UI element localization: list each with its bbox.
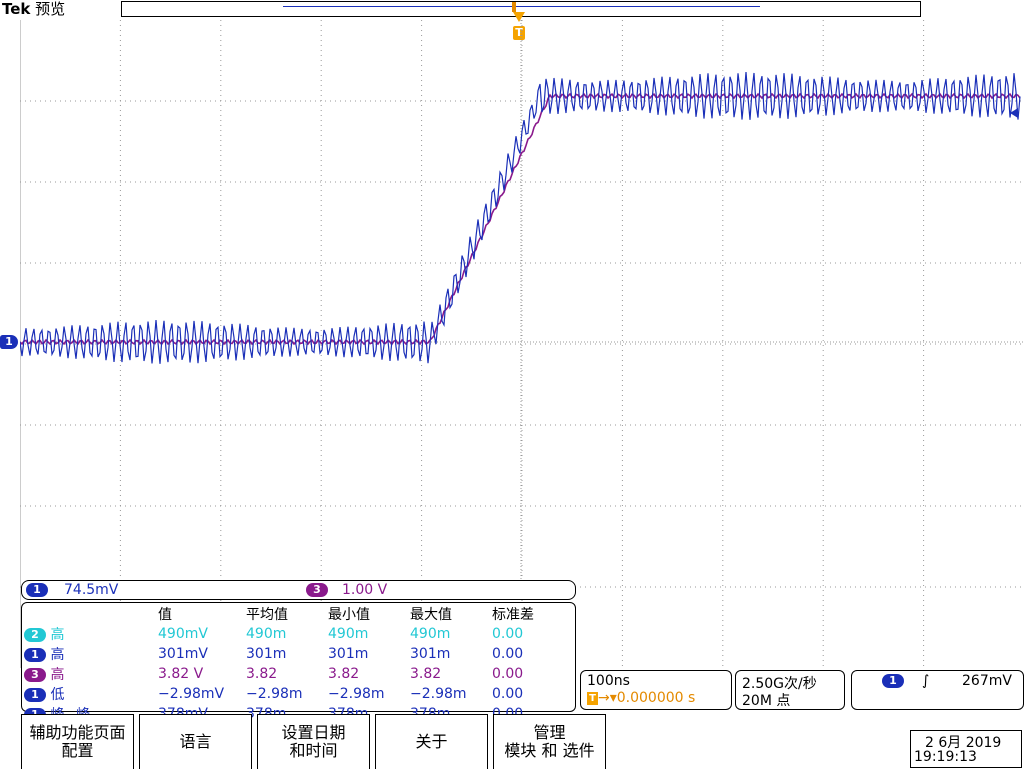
acquisition-panel[interactable]: 2.50G次/秒 20M 点 [735, 670, 845, 710]
timebase-panel[interactable]: 100ns T →▾0.000000 s [580, 670, 732, 710]
mode-label: 预览 [35, 0, 66, 18]
date-time-display: 2 6月 2019 19:19:13 [910, 730, 1022, 768]
measurement-value: 490mV [158, 626, 208, 642]
measurement-row[interactable]: 2 高 490mV 490m 490m 490m 0.00 [24, 624, 534, 644]
measurement-type: 低 [50, 687, 65, 703]
measurement-row[interactable]: 3 高 3.82 V 3.82 3.82 3.82 0.00 [24, 664, 534, 684]
header-min: 最小值 [328, 607, 370, 623]
trigger-level: 267mV [962, 673, 1012, 689]
channel-3-trace [20, 92, 1021, 346]
channel-1-level-arrow-icon [1010, 108, 1018, 118]
brand-header: Tek 预览 [2, 0, 65, 18]
measurement-value: 3.82 [328, 666, 360, 682]
waveform-graticule [20, 20, 1024, 668]
measurement-value: 3.82 V [158, 666, 204, 682]
time-label: 19:19:13 [914, 749, 977, 765]
measurement-value: 301m [246, 646, 287, 662]
menu-button-label: 和时间 [289, 741, 338, 760]
menu-button-label: 辅助功能页面 [29, 723, 126, 742]
set-date-time-button[interactable]: 设置日期 和时间 [257, 714, 370, 769]
trigger-source-badge: 1 [882, 674, 904, 688]
measurement-value: 301m [410, 646, 451, 662]
measurement-channel-badge: 3 [24, 668, 46, 682]
measurement-value: 3.82 [246, 666, 278, 682]
language-button[interactable]: 语言 [139, 714, 252, 769]
header-stddev: 标准差 [492, 607, 534, 623]
trigger-position-marker [512, 2, 516, 12]
horizontal-position: →▾0.000000 s [598, 690, 696, 706]
channel-1-ground-marker[interactable]: 1 [0, 335, 18, 349]
measurement-channel-badge: 1 [24, 648, 46, 662]
header-max: 最大值 [410, 607, 452, 623]
channel-1-badge[interactable]: 1 [26, 583, 48, 597]
measurement-value: 490m [246, 626, 287, 642]
brand-logo: Tek [2, 0, 31, 18]
record-length: 20M 点 [742, 693, 791, 709]
record-view-window [283, 6, 760, 7]
measurement-value: −2.98m [246, 686, 303, 702]
aux-function-page-config-button[interactable]: 辅助功能页面 配置 [21, 714, 134, 769]
measurement-row[interactable]: 1 低 −2.98mV −2.98m −2.98m −2.98m 0.00 [24, 684, 534, 704]
channel-1-trace [20, 71, 1021, 364]
measurement-value: 0.00 [492, 626, 524, 642]
measurement-value: −2.98mV [158, 686, 225, 702]
channel-1-scale: 74.5mV [64, 582, 119, 598]
menu-button-label: 管理 [533, 723, 566, 742]
header-value: 值 [158, 607, 172, 623]
measurement-value: 301mV [158, 646, 208, 662]
rising-edge-icon: ∫ [922, 673, 930, 689]
measurement-value: −2.98m [328, 686, 385, 702]
measurement-type: 高 [50, 667, 65, 683]
measurement-value: 490m [328, 626, 369, 642]
horizontal-scale: 100ns [587, 673, 630, 689]
measurement-value: 3.82 [410, 666, 442, 682]
measurement-value: 0.00 [492, 666, 524, 682]
measurement-value: 0.00 [492, 686, 524, 702]
measurement-value: 0.00 [492, 646, 524, 662]
measurements-panel: 值 平均值 最小值 最大值 标准差 2 高 490mV 490m 490m 490m 0.… [21, 602, 576, 723]
measurement-value: 301m [328, 646, 369, 662]
menu-button-label: 关于 [415, 732, 448, 751]
measurement-type: 高 [50, 627, 65, 643]
channel-3-badge[interactable]: 3 [306, 583, 328, 597]
menu-button-label: 配置 [61, 741, 94, 760]
measurement-type: 高 [50, 647, 65, 663]
measurement-row[interactable]: 1 高 301mV 301m 301m 301m 0.00 [24, 644, 534, 664]
measurement-channel-badge: 1 [24, 688, 46, 702]
measurement-channel-badge: 2 [24, 628, 46, 642]
channel-3-scale: 1.00 V [342, 582, 388, 598]
menu-button-label: 设置日期 [281, 723, 346, 742]
menu-button-label: 模块 和 选件 [504, 741, 595, 760]
measurements-header: 值 平均值 最小值 最大值 标准差 [24, 604, 534, 624]
trigger-panel[interactable]: 1 ∫ 267mV [851, 670, 1024, 710]
grid-lines [20, 20, 1024, 668]
measurement-value: 490m [410, 626, 451, 642]
channel-scale-bar: 1 74.5mV 3 1.00 V [21, 580, 576, 600]
header-mean: 平均值 [246, 607, 288, 623]
measurement-value: −2.98m [410, 686, 467, 702]
menu-button-label: 语言 [179, 732, 212, 751]
trigger-position-icon: T [587, 691, 598, 705]
about-button[interactable]: 关于 [375, 714, 488, 769]
manage-modules-button[interactable]: 管理 模块 和 选件 [493, 714, 606, 769]
